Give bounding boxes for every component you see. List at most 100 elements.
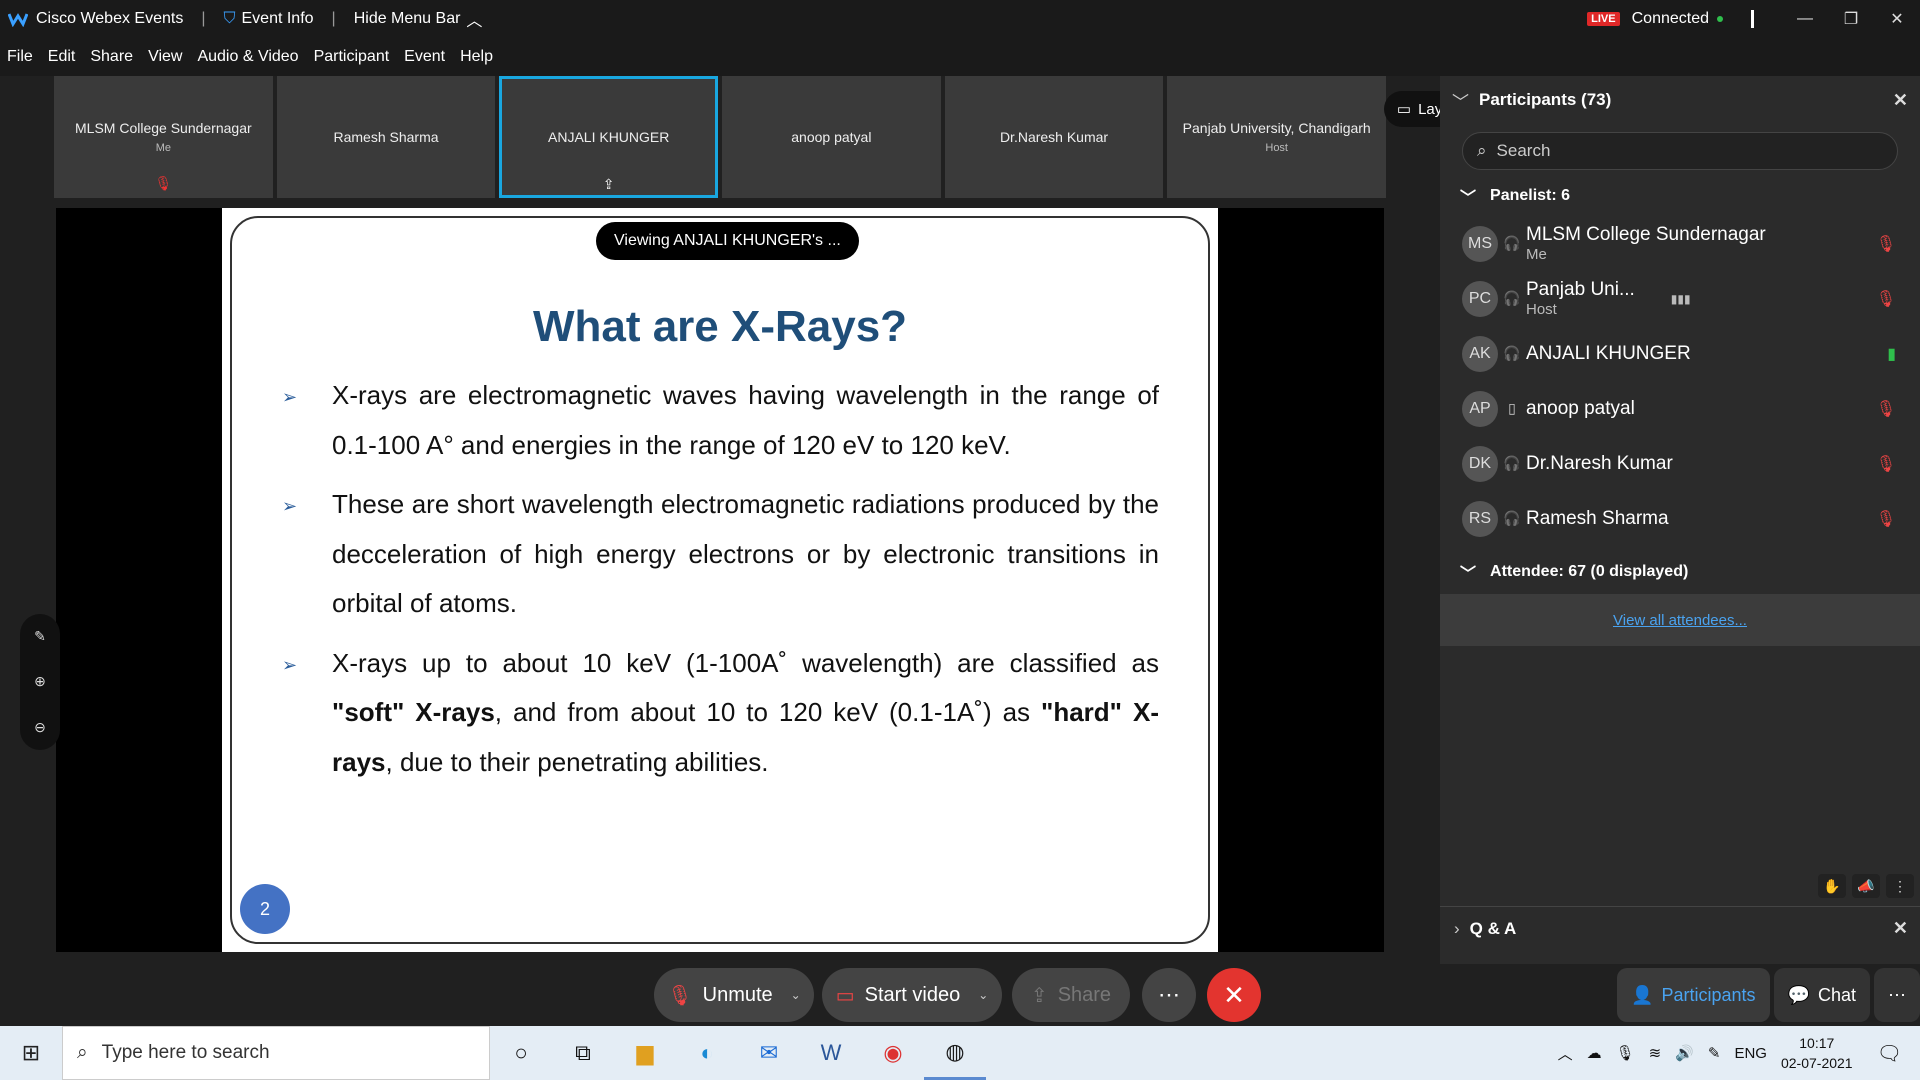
shared-content: Viewing ANJALI KHUNGER's ... What are X-… [56, 208, 1384, 952]
leave-meeting-button[interactable]: ✕ [1207, 968, 1261, 1022]
notifications-icon[interactable]: 🗨 [1877, 1041, 1902, 1066]
participant-row[interactable]: AK 🎧 ANJALI KHUNGER ▮ [1440, 326, 1920, 381]
headset-icon: 🎧 [1503, 455, 1521, 471]
raise-hand-icon[interactable]: ✋ [1818, 874, 1846, 898]
video-tile[interactable]: Panjab University, Chandigarh Host [1167, 76, 1387, 198]
meeting-controls: 🎙 Unmute ⌄ ▭ Start video ⌄ ⇪ Share ⋯ ✕ 👤… [0, 964, 1920, 1026]
person-icon: 👤 [1631, 984, 1654, 1005]
megaphone-icon[interactable]: 📣 [1852, 874, 1880, 898]
muted-mic-icon: 🎙 [667, 984, 693, 1007]
webex-taskbar-icon[interactable]: ◍ [924, 1026, 986, 1080]
taskbar-search-input[interactable]: ⌕ Type here to search [62, 1026, 490, 1080]
hide-menu-bar-button[interactable]: Hide Menu Bar ︿ [354, 7, 483, 31]
menu-view[interactable]: View [141, 48, 190, 66]
volume-icon[interactable]: 🔊 [1675, 1044, 1694, 1062]
participant-info: Ramesh Sharma [1526, 508, 1669, 530]
start-video-button[interactable]: ▭ Start video ⌄ [822, 968, 1002, 1022]
muted-mic-icon: 🎙 [1875, 510, 1896, 528]
restore-button[interactable]: ❐ [1828, 0, 1874, 38]
file-explorer-icon[interactable]: ▆ [614, 1026, 676, 1080]
bullet-arrow-icon: ➢ [282, 496, 298, 516]
chrome-icon[interactable]: ◉ [862, 1026, 924, 1080]
chevron-down-icon[interactable]: ⌄ [978, 988, 988, 1002]
close-window-button[interactable]: ✕ [1874, 0, 1920, 38]
muted-mic-icon: 🎙 [1875, 235, 1896, 253]
search-input[interactable]: ⌕ Search [1462, 132, 1898, 170]
more-options-icon[interactable]: ⋮ [1886, 874, 1914, 898]
tile-name: anoop patyal [791, 129, 872, 145]
windows-taskbar: ⊞ ⌕ Type here to search ○ ⧉ ▆ ◐ ✉ W ◉ ◍ … [0, 1026, 1920, 1080]
chat-tab[interactable]: 💬 Chat [1773, 968, 1870, 1022]
clock-time: 10:17 [1799, 1035, 1835, 1051]
participant-row[interactable]: RS 🎧 Ramesh Sharma 🎙 [1440, 491, 1920, 546]
word-icon[interactable]: W [800, 1026, 862, 1080]
connection-dot-icon [1717, 16, 1723, 22]
clock[interactable]: 10:17 02-07-2021 [1781, 1033, 1853, 1073]
menu-edit[interactable]: Edit [41, 48, 84, 66]
wifi-icon[interactable]: ≋ [1649, 1044, 1662, 1062]
windows-start-icon[interactable]: ⊞ [0, 1026, 62, 1080]
video-tile[interactable]: Ramesh Sharma [276, 76, 496, 198]
bullet-text: X-rays up to about 10 keV (1-100A˚ wavel… [332, 639, 1159, 788]
more-panels-button[interactable]: ⋯ [1874, 968, 1920, 1022]
tile-name: ANJALI KHUNGER [548, 129, 670, 145]
microphone-icon[interactable]: 🎙 [1616, 1044, 1635, 1062]
zoom-out-icon[interactable]: ⊖ [34, 719, 46, 736]
qa-section-header[interactable]: › Q & A ✕ [1440, 906, 1920, 950]
video-tile[interactable]: MLSM College Sundernagar Me 🎙 [54, 76, 273, 198]
chevron-down-icon[interactable]: ⌄ [791, 988, 801, 1002]
close-icon[interactable]: ✕ [1893, 90, 1908, 111]
bullet-item: ➢ X-rays up to about 10 keV (1-100A˚ wav… [282, 639, 1162, 788]
participant-row[interactable]: AP ▯ anoop patyal 🎙 [1440, 381, 1920, 436]
chevron-up-icon[interactable]: ︿ [1558, 1043, 1573, 1064]
event-info-label: Event Info [241, 10, 314, 27]
participant-name: ANJALI KHUNGER [1526, 342, 1691, 364]
close-icon[interactable]: ✕ [1893, 918, 1908, 939]
zoom-in-icon[interactable]: ⊕ [34, 673, 46, 690]
panel-tools: ✋ 📣 ⋮ [1818, 874, 1914, 898]
video-tile[interactable]: Dr.Naresh Kumar [944, 76, 1164, 198]
attendee-group-header[interactable]: ﹀ Attendee: 67 (0 displayed) [1440, 552, 1920, 592]
panelist-group-header[interactable]: ﹀ Panelist: 6 [1440, 176, 1920, 216]
annotate-pen-icon[interactable]: ✎ [34, 628, 46, 645]
bullet3-part-b: , and from about 10 to 120 keV (0.1-1A˚)… [494, 697, 1042, 727]
layout-icon: ▭ [1396, 101, 1412, 118]
participant-info: anoop patyal [1526, 398, 1635, 420]
viewing-banner: Viewing ANJALI KHUNGER's ... [596, 222, 859, 260]
mail-icon[interactable]: ✉ [738, 1026, 800, 1080]
menu-help[interactable]: Help [453, 48, 501, 66]
video-tile-active[interactable]: ANJALI KHUNGER ⇪ [499, 76, 719, 198]
unmute-button[interactable]: 🎙 Unmute ⌄ [654, 968, 814, 1022]
event-info-button[interactable]: ⛉ Event Info [223, 10, 313, 28]
participant-row[interactable]: PC 🎧 Panjab Uni... Host ▮▮▮ 🎙 [1440, 271, 1920, 326]
pen-icon[interactable]: ✎ [1708, 1044, 1721, 1062]
panel-header: ﹀ Participants (73) ✕ [1440, 76, 1920, 124]
view-all-attendees-link[interactable]: View all attendees... [1440, 594, 1920, 646]
cortana-icon[interactable]: ○ [490, 1026, 552, 1080]
slide-title: What are X-Rays? [532, 302, 908, 351]
onedrive-icon[interactable]: ☁ [1587, 1044, 1602, 1062]
menu-participant[interactable]: Participant [307, 48, 398, 66]
participant-row[interactable]: MS 🎧 MLSM College Sundernagar Me 🎙 [1440, 216, 1920, 271]
video-strip: MLSM College Sundernagar Me 🎙 Ramesh Sha… [54, 76, 1476, 198]
language-indicator[interactable]: ENG [1734, 1045, 1767, 1062]
title-separator: | [201, 10, 206, 27]
more-options-button[interactable]: ⋯ [1142, 968, 1196, 1022]
tile-name: Ramesh Sharma [333, 129, 439, 145]
minimize-button[interactable]: — [1782, 0, 1828, 38]
headset-icon: 🎧 [1503, 290, 1521, 306]
video-tile[interactable]: anoop patyal [722, 76, 941, 198]
menu-share[interactable]: Share [83, 48, 141, 66]
participant-row[interactable]: DK 🎧 Dr.Naresh Kumar 🎙 [1440, 436, 1920, 491]
meeting-stage: MLSM College Sundernagar Me 🎙 Ramesh Sha… [0, 76, 1476, 964]
hide-menu-label: Hide Menu Bar [353, 10, 461, 27]
share-button[interactable]: ⇪ Share [1012, 968, 1130, 1022]
participants-tab[interactable]: 👤 Participants [1617, 968, 1770, 1022]
menu-audio-video[interactable]: Audio & Video [190, 48, 306, 66]
menu-event[interactable]: Event [397, 48, 453, 66]
edge-browser-icon[interactable]: ◐ [676, 1026, 738, 1080]
bullet3-part-c: , due to their penetrating abilities. [385, 746, 769, 777]
chevron-down-icon[interactable]: ﹀ [1452, 88, 1469, 113]
task-view-icon[interactable]: ⧉ [552, 1026, 614, 1080]
menu-file[interactable]: File [0, 48, 41, 66]
